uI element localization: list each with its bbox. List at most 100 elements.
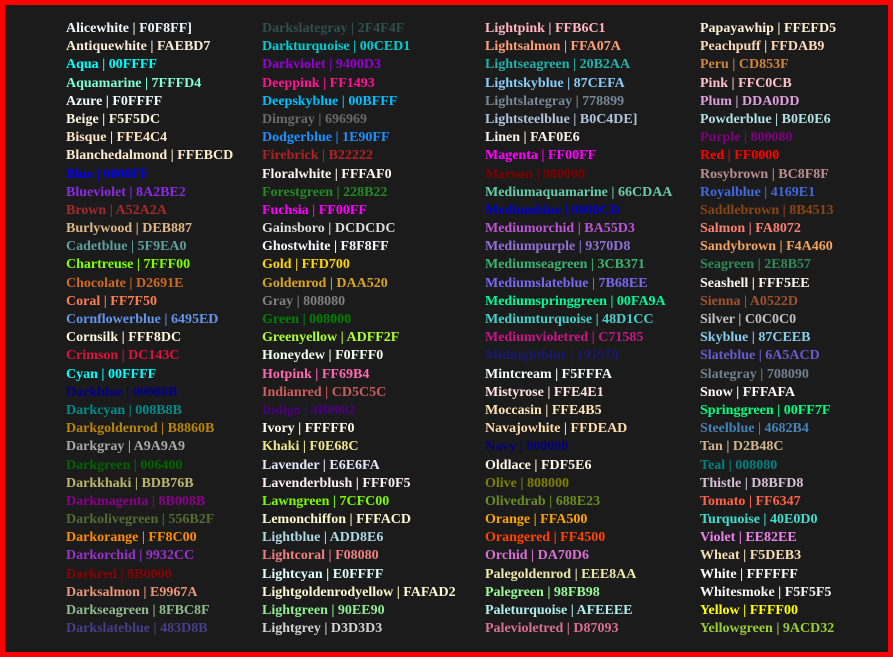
color-entry: Lightsteelblue | B0C4DE] — [485, 111, 638, 127]
color-entry: Papayawhip | FFEFD5 — [700, 21, 837, 36]
color-entry: Wheat | F5DEB3 — [700, 548, 802, 564]
color-entry: Orchid | DA70D6 — [485, 548, 589, 564]
color-entry: Sandybrown | F4A460 — [700, 239, 833, 255]
color-entry: Darkkhaki | BDB76B — [66, 475, 194, 491]
color-entry: Lightcyan | E0FFFF — [262, 566, 384, 582]
color-entry: Mintcream | F5FFFA — [485, 366, 612, 382]
color-entry: Chocolate | D2691E — [66, 275, 184, 291]
color-entry: Tomato | FF6347 — [700, 493, 801, 509]
color-entry: Lightgoldenrodyellow | FAFAD2 — [262, 584, 456, 600]
color-entry: Dodgerblue | 1E90FF — [262, 130, 390, 146]
color-entry: Navajowhite | FFDEAD — [485, 421, 628, 437]
color-entry: Lightpink | FFB6C1 — [485, 21, 606, 36]
color-entry: Lightgrey | D3D3D3 — [262, 621, 383, 637]
color-entry: Cornflowerblue | 6495ED — [66, 312, 219, 327]
color-entry: Darkslateblue | 483D8B — [66, 621, 208, 637]
color-entry: Burlywood | DEB887 — [66, 221, 192, 237]
color-entry: Darkturquoise | 00CED1 — [262, 39, 411, 55]
color-entry: Alicewhite | F0F8FF] — [66, 21, 192, 36]
color-column-2: Darkslategray | 2F4F4F Darkturquoise | 00… — [262, 20, 456, 638]
color-entry: Aqua | 00FFFF — [66, 57, 157, 73]
color-entry: Mediumpurple | 9370D8 — [485, 239, 631, 255]
color-entry: Rosybrown | BC8F8F — [700, 166, 829, 182]
color-entry: Beige | F5F5DC — [66, 111, 161, 127]
color-entry: Lemonchiffon | FFFACD — [262, 512, 412, 528]
color-entry: Slategray | 708090 — [700, 366, 809, 382]
color-entry: Purple | 800080 — [700, 130, 793, 146]
color-entry: Cadetblue | 5F9EA0 — [66, 239, 187, 255]
color-entry: Ghostwhite | F8F8FF — [262, 239, 389, 255]
color-entry: Lightcoral | F08080 — [262, 548, 379, 564]
color-entry: Mistyrose | FFE4E1 — [485, 384, 604, 400]
color-entry: Sienna | A0522D — [700, 293, 798, 309]
color-entry: Darkgreen | 006400 — [66, 457, 183, 473]
color-entry: Hotpink | FF69B4 — [262, 366, 370, 382]
color-entry: Floralwhite | FFFAF0 — [262, 166, 392, 182]
color-entry: Darkcyan | 008B8B — [66, 402, 182, 418]
color-entry: Lightblue | ADD8E6 — [262, 530, 384, 546]
color-entry: Maroon | 800000 — [485, 166, 586, 182]
color-entry: Magenta | FF00FF — [485, 148, 597, 164]
color-entry: Bisque | FFE4C4 — [66, 130, 168, 146]
color-entry: Darkgray | A9A9A9 — [66, 439, 185, 455]
color-entry: White | FFFFFF — [700, 566, 798, 582]
color-entry: Violet | EE82EE — [700, 530, 797, 546]
color-entry: Mediumblue | 0000CD — [485, 202, 620, 218]
color-entry: Gray | 808080 — [262, 293, 346, 309]
color-entry: Greenyellow | ADFF2F — [262, 330, 400, 346]
color-column-3: Lightpink | FFB6C1 Lightsalmon | FFA07A Li… — [485, 20, 672, 638]
color-entry: Chartreuse | 7FFF00 — [66, 257, 191, 273]
color-entry: Red | FF0000 — [700, 148, 780, 164]
color-entry: Teal | 008080 — [700, 457, 778, 473]
color-column-4: Papayawhip | FFEFD5 Peachpuff | FFDAB9 Per… — [700, 20, 836, 638]
color-entry: Dimgray | 696969 — [262, 111, 367, 127]
color-entry: Snow | FFFAFA — [700, 384, 796, 400]
color-entry: Darkred | 8B0000 — [66, 566, 172, 582]
color-entry: Saddlebrown | 8B4513 — [700, 202, 834, 218]
color-entry: Powderblue | B0E0E6 — [700, 111, 831, 127]
color-entry: Green | 008000 — [262, 312, 352, 327]
color-entry: Azure | F0FFFF — [66, 93, 163, 109]
color-entry: Darkorange | FF8C00 — [66, 530, 197, 546]
color-entry: Yellowgreen | 9ACD32 — [700, 621, 835, 637]
color-entry: Khaki | F0E68C — [262, 439, 359, 455]
color-entry: Palegoldenrod | EEE8AA — [485, 566, 637, 582]
color-entry: Oldlace | FDF5E6 — [485, 457, 592, 473]
color-entry: Mediumspringgreen | 00FA9A — [485, 293, 666, 309]
color-entry: Pink | FFC0CB — [700, 75, 792, 91]
color-entry: Antiquewhite | FAEBD7 — [66, 39, 211, 55]
color-entry: Ivory | FFFFF0 — [262, 421, 355, 437]
color-entry: Blueviolet | 8A2BE2 — [66, 184, 186, 200]
color-entry: Peru | CD853F — [700, 57, 789, 73]
color-entry: Navy | 000080 — [485, 439, 569, 455]
color-entry: Blue | 0000FF — [66, 166, 149, 182]
color-entry: Plum | DDA0DD — [700, 93, 800, 109]
color-entry: Thistle | D8BFD8 — [700, 475, 804, 491]
color-entry: Lightskyblue | 87CEFA — [485, 75, 625, 91]
color-entry: Fuchsia | FF00FF — [262, 202, 367, 218]
color-entry: Peachpuff | FFDAB9 — [700, 39, 825, 55]
color-entry: Yellow | FFFF00 — [700, 603, 798, 618]
color-entry: Olive | 808000 — [485, 475, 569, 491]
color-entry: Palegreen | 98FB98 — [485, 584, 600, 600]
color-entry: Palevioletred | D87093 — [485, 621, 619, 637]
color-entry: Darkolivegreen | 556B2F — [66, 512, 215, 528]
color-entry: Mediumslateblue | 7B68EE — [485, 275, 648, 291]
color-entry: Paleturquoise | AFEEEE — [485, 603, 633, 618]
color-entry: Steelblue | 4682B4 — [700, 421, 809, 437]
color-entry: Lightgreen | 90EE90 — [262, 603, 385, 618]
color-entry: Darkblue | 00008B — [66, 384, 178, 400]
color-entry: Linen | FAF0E6 — [485, 130, 580, 146]
color-entry: Orange | FFA500 — [485, 512, 588, 528]
color-entry: Darkorchid | 9932CC — [66, 548, 195, 564]
color-column-1: Alicewhite | F0F8FF] Antiquewhite | FAEBD… — [66, 20, 233, 638]
color-entry: Mediumaquamarine | 66CDAA — [485, 184, 673, 200]
color-entry: Cornsilk | FFF8DC — [66, 330, 182, 346]
color-entry: Forestgreen | 228B22 — [262, 184, 388, 200]
color-entry: Mediumorchid | BA55D3 — [485, 221, 635, 237]
color-entry: Slateblue | 6A5ACD — [700, 348, 820, 364]
color-entry: Honeydew | F0FFF0 — [262, 348, 384, 364]
color-entry: Darksalmon | E9967A — [66, 584, 198, 600]
color-entry: Royalblue | 4169E1 — [700, 184, 816, 200]
color-entry: Lightslategray | 778899 — [485, 93, 625, 109]
